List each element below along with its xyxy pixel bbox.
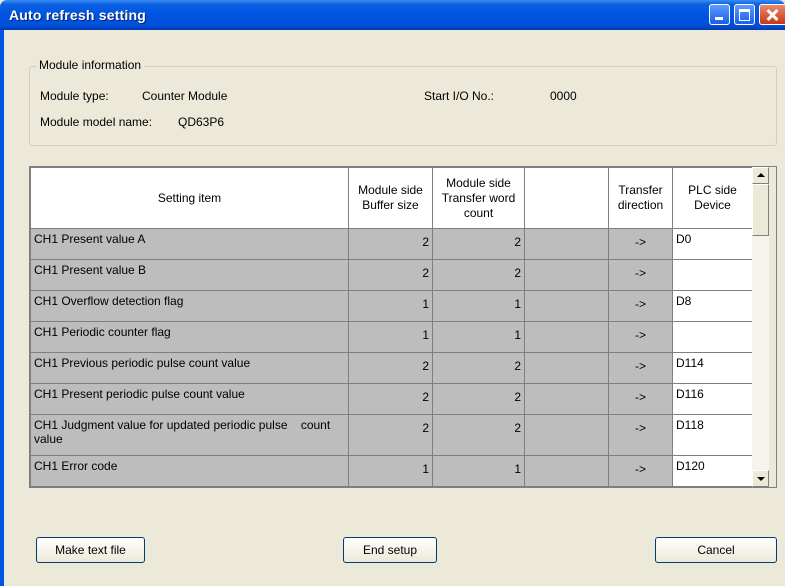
- minimize-button[interactable]: [709, 4, 730, 25]
- header-transfer-direction: Transfer direction: [608, 167, 673, 229]
- title-bar: Auto refresh setting: [0, 0, 785, 30]
- transfer-direction-cell: ->: [608, 414, 673, 456]
- table-header-row: Setting item Module side Buffer size Mod…: [30, 167, 753, 229]
- module-information-group: [29, 66, 777, 146]
- module-information-legend: Module information: [36, 58, 145, 72]
- buffer-size-cell: 2: [348, 259, 433, 291]
- table-row[interactable]: CH2 Present value A22->: [30, 486, 753, 487]
- transfer-count-cell: 1: [432, 321, 525, 353]
- table-row[interactable]: CH1 Present value A 2 2 -> D0: [30, 228, 753, 260]
- table-row[interactable]: CH1 Present value B 2 2 ->: [30, 259, 753, 291]
- buffer-size-cell: 1: [348, 455, 433, 487]
- header-blank: [524, 167, 609, 229]
- vertical-scrollbar[interactable]: [752, 167, 769, 487]
- table-row[interactable]: CH1 Previous periodic pulse count value 2…: [30, 352, 753, 384]
- blank-cell: [524, 228, 609, 260]
- maximize-button[interactable]: [734, 4, 755, 25]
- plc-device-field[interactable]: D118: [672, 414, 753, 456]
- blank-cell: [524, 383, 609, 415]
- transfer-direction-cell: ->: [608, 228, 673, 260]
- blank-cell: [524, 455, 609, 487]
- transfer-direction-cell: ->: [608, 321, 673, 353]
- scroll-thumb[interactable]: [752, 184, 769, 236]
- module-model-value: QD63P6: [178, 115, 225, 129]
- transfer-count-cell: 1: [432, 290, 525, 322]
- module-type-label: Module type:: [40, 89, 109, 103]
- plc-device-field[interactable]: D0: [672, 228, 753, 260]
- table-row[interactable]: CH1 Overflow detection flag 1 1 -> D8: [30, 290, 753, 322]
- transfer-count-cell: 2: [432, 383, 525, 415]
- setting-item-cell: CH2 Present value A: [30, 486, 349, 487]
- table-row[interactable]: CH1 Judgment value for updated periodic …: [30, 414, 753, 456]
- transfer-count-cell: 1: [432, 455, 525, 487]
- buffer-size-cell: 1: [348, 321, 433, 353]
- transfer-count-cell: 2: [432, 259, 525, 291]
- scroll-down-arrow-icon[interactable]: [752, 470, 769, 487]
- buffer-size-cell: 2: [348, 352, 433, 384]
- transfer-direction-cell: ->: [608, 290, 673, 322]
- module-type-value: Counter Module: [142, 89, 228, 103]
- blank-cell: [524, 352, 609, 384]
- plc-device-field[interactable]: [672, 259, 753, 291]
- table-row[interactable]: CH1 Present periodic pulse count value 2 2…: [30, 383, 753, 415]
- blank-cell: [524, 321, 609, 353]
- end-setup-button[interactable]: End setup: [343, 537, 437, 563]
- blank-cell: [524, 259, 609, 291]
- setting-item-cell: CH1 Error code: [30, 455, 349, 487]
- blank-cell: [524, 486, 609, 487]
- blank-cell: [524, 414, 609, 456]
- setting-item-cell: CH1 Present periodic pulse count value: [30, 383, 349, 415]
- plc-device-field[interactable]: D116: [672, 383, 753, 415]
- plc-device-field[interactable]: D120: [672, 455, 753, 487]
- setting-item-cell: CH1 Present value A: [30, 228, 349, 260]
- start-io-value: 0000: [550, 89, 577, 103]
- transfer-direction-cell: ->: [608, 455, 673, 487]
- blank-cell: [524, 290, 609, 322]
- start-io-label: Start I/O No.:: [424, 89, 495, 103]
- auto-refresh-grid: Setting item Module side Buffer size Mod…: [29, 166, 777, 488]
- transfer-direction-cell: ->: [608, 486, 673, 487]
- setting-item-cell: CH1 Judgment value for updated periodic …: [30, 414, 349, 456]
- setting-item-cell: CH1 Previous periodic pulse count value: [30, 352, 349, 384]
- buffer-size-cell: 2: [348, 383, 433, 415]
- header-transfer-word-count: Module side Transfer word count: [432, 167, 525, 229]
- setting-item-cell: CH1 Overflow detection flag: [30, 290, 349, 322]
- window-title: Auto refresh setting: [9, 7, 147, 23]
- table-row[interactable]: CH1 Periodic counter flag 1 1 ->: [30, 321, 753, 353]
- header-buffer-size: Module side Buffer size: [348, 167, 433, 229]
- scroll-up-arrow-icon[interactable]: [752, 167, 769, 184]
- buffer-size-cell: 2: [348, 228, 433, 260]
- setting-item-cell: CH1 Present value B: [30, 259, 349, 291]
- cancel-button[interactable]: Cancel: [655, 537, 777, 563]
- window-frame: [0, 30, 4, 586]
- transfer-count-cell: 2: [432, 414, 525, 456]
- make-text-file-button[interactable]: Make text file: [36, 537, 145, 563]
- header-plc-device: PLC side Device: [672, 167, 753, 229]
- setting-item-cell: CH1 Periodic counter flag: [30, 321, 349, 353]
- settings-table: Setting item Module side Buffer size Mod…: [30, 167, 753, 487]
- plc-device-field[interactable]: D8: [672, 290, 753, 322]
- plc-device-field[interactable]: D114: [672, 352, 753, 384]
- buffer-size-cell: 1: [348, 290, 433, 322]
- header-setting-item: Setting item: [30, 167, 349, 229]
- transfer-direction-cell: ->: [608, 259, 673, 291]
- module-model-label: Module model name:: [40, 115, 153, 129]
- plc-device-field[interactable]: [672, 321, 753, 353]
- buffer-size-cell: 2: [348, 414, 433, 456]
- buffer-size-cell: 2: [348, 486, 433, 487]
- close-button[interactable]: [759, 4, 785, 25]
- transfer-count-cell: 2: [432, 228, 525, 260]
- transfer-direction-cell: ->: [608, 383, 673, 415]
- transfer-count-cell: 2: [432, 486, 525, 487]
- table-row[interactable]: CH1 Error code 1 1 -> D120: [30, 455, 753, 487]
- transfer-count-cell: 2: [432, 352, 525, 384]
- plc-device-field[interactable]: [672, 486, 753, 487]
- transfer-direction-cell: ->: [608, 352, 673, 384]
